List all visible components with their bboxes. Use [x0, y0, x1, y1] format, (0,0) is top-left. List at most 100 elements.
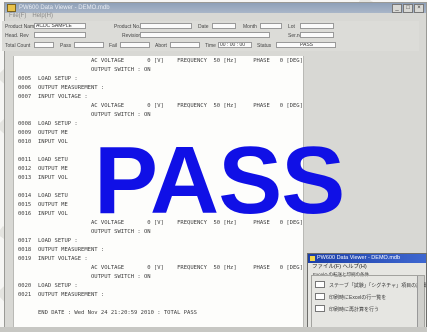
lot-label: Lot: [288, 24, 295, 30]
log-line: 0006 OUTPUT MEASUREMENT :: [14, 84, 303, 93]
log-line-number: 0005: [18, 76, 32, 82]
data-viewer-popup: PW600 Data Viewer - DEMO.mdb ファイル(F) ヘルプ…: [307, 253, 427, 332]
revision-label: Revision: [122, 33, 142, 39]
head-rev-label: Head. Rev: [5, 33, 29, 39]
log-line-number: 0013: [18, 175, 32, 181]
fail-label: Fail: [109, 43, 118, 49]
abort-label: Abort: [155, 43, 167, 49]
popup-scrollbar[interactable]: [417, 276, 424, 328]
menu-bar: File(F) Help(H): [5, 13, 426, 21]
pass-label: Pass: [60, 43, 72, 49]
log-line-number: 0016: [18, 211, 32, 217]
log-line-text: OUTPUT ME: [38, 202, 68, 208]
log-line-number: 0012: [18, 166, 32, 172]
viewer-app-icon: [310, 256, 315, 261]
header-panel: Product Name ACDC SAMPLE Product No. Dat…: [2, 21, 419, 51]
log-line: AC VOLTAGE 0 [V] FREQUENCY 50 [Hz] PHASE…: [14, 264, 303, 273]
fail-field[interactable]: [120, 42, 150, 48]
log-line-text: OUTPUT ME: [38, 130, 68, 136]
total-count-field[interactable]: [34, 42, 54, 48]
popup-menu[interactable]: ファイル(F) ヘルプ(H): [308, 263, 426, 271]
log-line-text: OUTPUT SWITCH : ON: [38, 67, 151, 73]
month-field[interactable]: [260, 23, 282, 29]
log-line: OUTPUT SWITCH : ON: [14, 111, 303, 120]
log-line: 0020 LOAD SETUP :: [14, 282, 303, 291]
log-line-text: LOAD SETU: [38, 157, 68, 163]
log-line-text: INPUT VOL: [38, 211, 68, 217]
log-line-text: AC VOLTAGE 0 [V] FREQUENCY 50 [Hz] PHASE…: [38, 58, 303, 64]
log-line-number: 0017: [18, 238, 32, 244]
log-line-text: LOAD SETUP :: [38, 238, 78, 244]
window-title: PW600 Data Viewer - DEMO.mdb: [19, 5, 110, 11]
log-line-text: END DATE : Wed Nov 24 21:20:59 2010 : TO…: [38, 310, 197, 316]
log-line-number: 0008: [18, 121, 32, 127]
log-line-number: 0021: [18, 292, 32, 298]
product-no-label: Product No.: [114, 24, 141, 30]
date-label: Date: [198, 24, 209, 30]
log-line-text: OUTPUT MEASUREMENT :: [38, 247, 105, 253]
abort-field[interactable]: [170, 42, 200, 48]
lot-field[interactable]: [300, 23, 334, 29]
log-line: 0021 OUTPUT MEASUREMENT :: [14, 291, 303, 300]
log-line: AC VOLTAGE 0 [V] FREQUENCY 50 [Hz] PHASE…: [14, 57, 303, 66]
log-line: END DATE : Wed Nov 24 21:20:59 2010 : TO…: [14, 309, 303, 318]
popup-title: PW600 Data Viewer - DEMO.mdb: [317, 255, 401, 261]
title-bar: PW600 Data Viewer - DEMO.mdb _ □ ×: [5, 3, 426, 13]
option-2-checkbox[interactable]: [315, 293, 325, 300]
log-line-number: 0009: [18, 130, 32, 136]
product-name-field[interactable]: ACDC SAMPLE: [34, 23, 86, 29]
month-label: Month: [243, 24, 257, 30]
log-line-text: LOAD SETU: [38, 193, 68, 199]
log-line-text: OUTPUT ME: [38, 166, 68, 172]
log-line-number: 0020: [18, 283, 32, 289]
option-1-checkbox[interactable]: [315, 281, 325, 288]
option-3-checkbox[interactable]: [315, 305, 325, 312]
head-rev-field[interactable]: [34, 32, 86, 38]
log-line-text: OUTPUT SWITCH : ON: [38, 274, 151, 280]
log-line-text: INPUT VOLTAGE :: [38, 94, 88, 100]
log-line: AC VOLTAGE 0 [V] FREQUENCY 50 [Hz] PHASE…: [14, 102, 303, 111]
log-line-text: LOAD SETUP :: [38, 283, 78, 289]
log-line: 0018 OUTPUT MEASUREMENT :: [14, 246, 303, 255]
log-line: 0005 LOAD SETUP :: [14, 75, 303, 84]
time-label: Time: [205, 43, 216, 49]
log-line: OUTPUT SWITCH : ON: [14, 273, 303, 282]
popup-title-bar: PW600 Data Viewer - DEMO.mdb: [308, 254, 426, 263]
log-line-text: INPUT VOL: [38, 175, 68, 181]
menu-help[interactable]: Help(H): [32, 13, 53, 21]
product-no-field[interactable]: [140, 23, 192, 29]
date-field[interactable]: [212, 23, 236, 29]
log-line-number: 0011: [18, 157, 32, 163]
log-line-number: 0019: [18, 256, 32, 262]
popup-options-box: ステーブ「試験」「シグネチャ」項目の詳細 印刷時にExcelの行一覧を 印刷時に…: [311, 275, 426, 332]
product-name-label: Product Name: [5, 24, 37, 30]
pass-stamp: PASS: [94, 127, 345, 234]
log-line-text: AC VOLTAGE 0 [V] FREQUENCY 50 [Hz] PHASE…: [38, 265, 303, 271]
taskbar: [0, 327, 427, 332]
status-field[interactable]: PASS: [276, 42, 336, 48]
total-count-label: Total Count: [5, 43, 31, 49]
time-field[interactable]: 00 : 00 : 00: [218, 42, 252, 48]
pass-field[interactable]: [74, 42, 104, 48]
revision-field[interactable]: [140, 32, 270, 38]
menu-file[interactable]: File(F): [9, 13, 26, 21]
log-line-text: AC VOLTAGE 0 [V] FREQUENCY 50 [Hz] PHASE…: [38, 103, 303, 109]
option-2-label: 印刷時にExcelの行一覧を: [329, 295, 387, 301]
log-line-text: OUTPUT SWITCH : ON: [38, 112, 151, 118]
log-line-number: 0015: [18, 202, 32, 208]
app-icon: [7, 4, 16, 12]
log-line-number: 0007: [18, 94, 32, 100]
minimize-button[interactable]: _: [392, 3, 402, 13]
log-line: 0019 INPUT VOLTAGE :: [14, 255, 303, 264]
log-line-text: OUTPUT MEASUREMENT :: [38, 292, 105, 298]
serial-field[interactable]: [300, 32, 334, 38]
maximize-button[interactable]: □: [403, 3, 413, 13]
log-line-text: LOAD SETUP :: [38, 76, 78, 82]
log-line-text: INPUT VOLTAGE :: [38, 256, 88, 262]
log-line-text: INPUT VOL: [38, 139, 68, 145]
log-line-text: LOAD SETUP :: [38, 121, 78, 127]
log-line: 0007 INPUT VOLTAGE :: [14, 93, 303, 102]
log-line: OUTPUT SWITCH : ON: [14, 66, 303, 75]
close-button[interactable]: ×: [414, 3, 424, 13]
